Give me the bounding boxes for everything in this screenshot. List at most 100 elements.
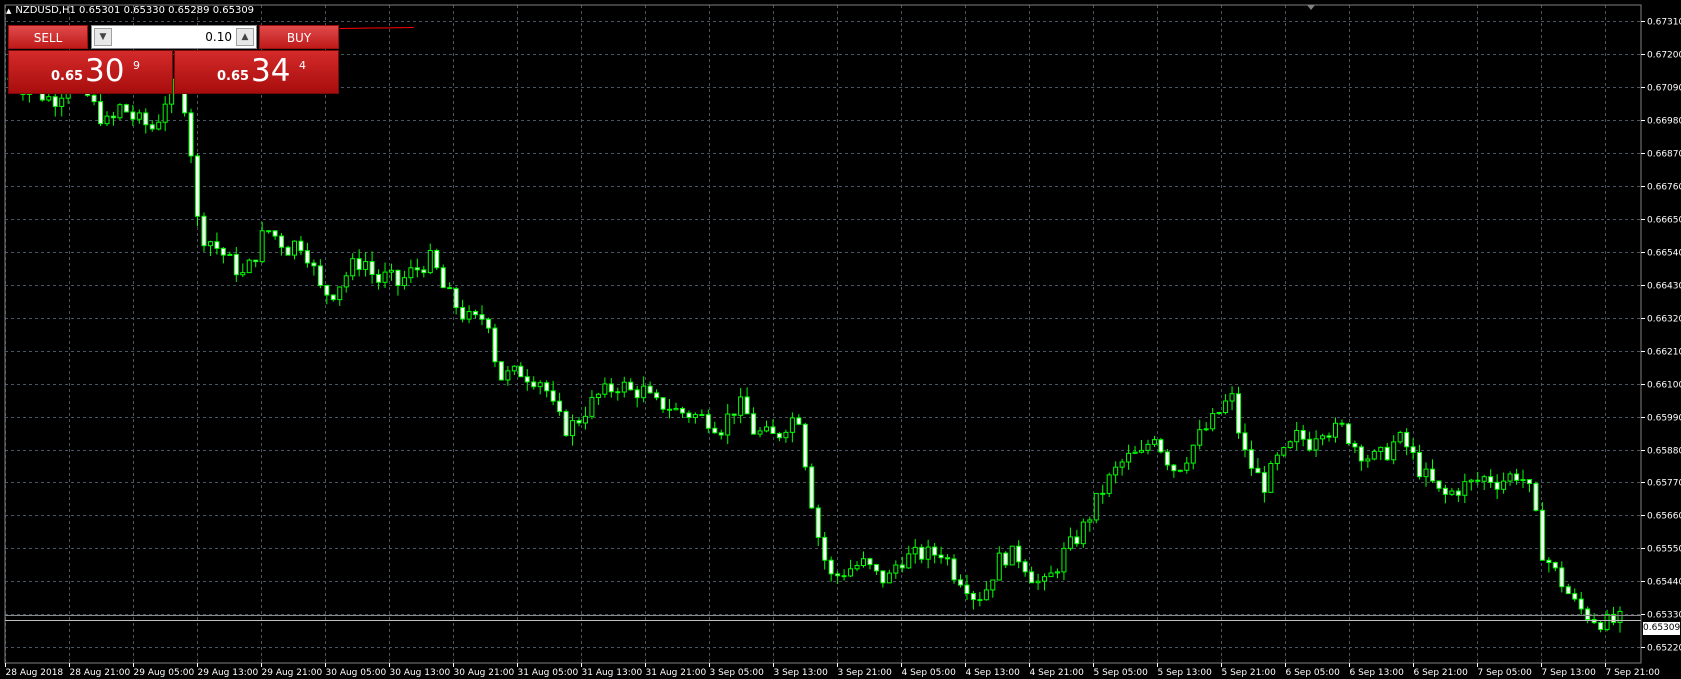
candle (848, 559, 854, 578)
candle (1009, 545, 1015, 566)
time-label: 30 Aug 13:00 (390, 668, 451, 678)
candle-body-bull (1378, 446, 1384, 452)
time-label: 4 Sep 13:00 (966, 668, 1021, 678)
candle (996, 546, 1002, 581)
candle-body-bear (460, 307, 466, 320)
sell-button[interactable]: SELL (8, 25, 88, 49)
candle (1164, 449, 1170, 471)
candle-body-bear (272, 230, 278, 237)
candle-body-bear (880, 570, 886, 584)
candle (1572, 588, 1578, 602)
candle-body-bull (1035, 580, 1041, 584)
candle-body-bear (304, 250, 310, 264)
candle-body-bull (1054, 571, 1060, 574)
time-label: 3 Sep 13:00 (774, 668, 829, 678)
candle (977, 592, 983, 607)
candle (1087, 516, 1093, 532)
candle (162, 96, 168, 132)
candle (1300, 424, 1306, 447)
chart-frame (4, 4, 1642, 664)
candle (1391, 435, 1397, 465)
candle (149, 120, 155, 132)
candle-body-bear (285, 246, 291, 256)
candle (1352, 440, 1358, 454)
price-chart[interactable]: 0.67310 0.67200 0.67090 0.66980 0.66870 0.667… (0, 0, 1681, 679)
candle-body-bear (731, 413, 737, 416)
candle-body-bull (1151, 439, 1157, 445)
candle (110, 111, 116, 126)
lot-increase-chevron-up-icon[interactable]: ▲ (236, 28, 254, 46)
candle-body-bull (854, 565, 860, 570)
candle-body-bear (1533, 483, 1539, 511)
candle (1526, 479, 1532, 493)
candle (1268, 460, 1274, 493)
candle-body-bear (1029, 571, 1035, 584)
candle-body-bull (46, 96, 52, 101)
candle-body-bull (860, 558, 866, 567)
candle-body-bull (505, 370, 511, 381)
candle-body-bear (376, 273, 382, 283)
candle-body-bull (1294, 429, 1300, 443)
candle (576, 416, 582, 427)
candle-body-bull (725, 413, 731, 436)
candle-body-bear (492, 327, 498, 363)
candle-body-bull (104, 115, 110, 125)
candle (1274, 452, 1280, 471)
lot-size-value[interactable]: 0.10 (205, 26, 232, 48)
candle (343, 271, 349, 293)
lot-size-stepper[interactable]: ▼ 0.10 ▲ (91, 25, 257, 49)
price-label: 0.65550 (1647, 545, 1681, 555)
candle (615, 387, 621, 401)
sell-price-button[interactable]: 0.65 30 9 (8, 50, 173, 94)
price-label: 0.67090 (1647, 84, 1681, 94)
buy-button[interactable]: BUY (259, 25, 339, 49)
candle-body-bull (641, 385, 647, 399)
candle (925, 539, 931, 569)
candle (337, 286, 343, 306)
candle-body-bull (1132, 451, 1138, 454)
candle-body-bear (1074, 536, 1080, 545)
chart-window[interactable]: 0.67310 0.67200 0.67090 0.66980 0.66870 0.667… (0, 0, 1681, 679)
candle-body-bear (195, 155, 201, 217)
candle (744, 387, 750, 415)
candle (1119, 458, 1125, 476)
candle-body-bear (485, 318, 491, 329)
candle-body-bull (1119, 461, 1125, 468)
candle-body-bear (279, 235, 285, 248)
lot-decrease-chevron-down-icon[interactable]: ▼ (94, 28, 112, 46)
candle (647, 381, 653, 394)
candle (783, 429, 789, 443)
candle-body-bear (1417, 451, 1423, 478)
price-label: 0.65440 (1647, 578, 1681, 588)
candle-body-bull (363, 261, 369, 270)
candle (1611, 606, 1617, 626)
candle (1294, 422, 1300, 451)
collapse-triangle-icon[interactable]: ▲ (6, 7, 11, 15)
candle-body-bear (705, 414, 711, 429)
candle (291, 240, 297, 260)
candle (195, 153, 201, 227)
candle (1404, 428, 1410, 456)
candle-body-bear (1339, 422, 1345, 425)
candle (1145, 439, 1151, 455)
candle (660, 397, 666, 413)
candle (143, 108, 149, 134)
candle (1494, 474, 1500, 499)
candle-body-bear (899, 564, 905, 569)
time-label: 5 Sep 13:00 (1158, 668, 1213, 678)
candle (201, 212, 207, 252)
price-label: 0.65990 (1647, 414, 1681, 424)
candle-body-bear (1488, 476, 1494, 483)
candle (188, 108, 194, 164)
candle (498, 361, 504, 381)
candle (1022, 559, 1028, 577)
candle-body-bear (395, 269, 401, 286)
candle-body-bear (828, 559, 834, 575)
buy-price-button[interactable]: 0.65 34 4 (174, 50, 339, 94)
candle (311, 259, 317, 276)
price-label: 0.66650 (1647, 216, 1681, 226)
candle-body-bear (1514, 473, 1520, 481)
candle-body-bear (1236, 393, 1242, 434)
candle-body-bear (1436, 480, 1442, 489)
sell-price-prefix: 0.65 (51, 69, 84, 84)
